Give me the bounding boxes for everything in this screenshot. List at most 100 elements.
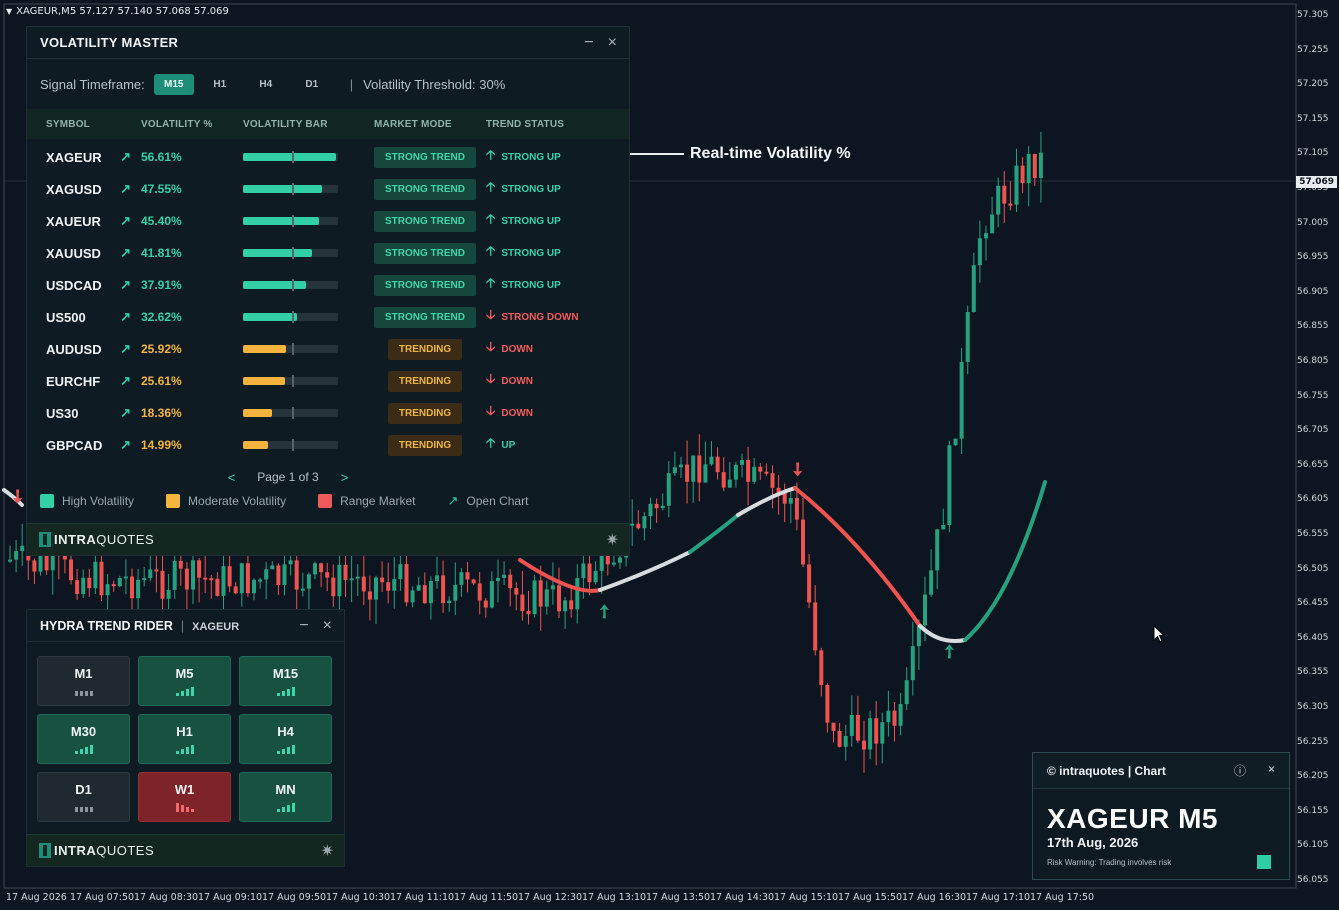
candle-body [489, 581, 494, 608]
table-row[interactable]: US30 ↗ 18.36% TRENDING 🡣 DOWN [27, 397, 629, 429]
volatility-table-body: XAGEUR ↗ 56.61% STRONG TREND 🡡 STRONG UP XAGUS… [27, 139, 629, 461]
volatility-bar-fill [243, 313, 298, 321]
timeframe-card-d1[interactable]: D1 [37, 772, 130, 822]
candle-body [252, 579, 256, 594]
market-mode-badge: STRONG TREND [374, 274, 476, 296]
info-icon[interactable]: ⓘ [1234, 762, 1246, 779]
logo-mark-icon [39, 843, 51, 858]
open-chart-icon[interactable]: ↗ [120, 149, 131, 165]
close-icon[interactable]: × [1268, 762, 1275, 779]
prev-page-button[interactable]: < [228, 470, 236, 485]
candle-body [123, 576, 128, 579]
open-chart-icon[interactable]: ↗ [120, 437, 131, 453]
candle-body [148, 569, 153, 579]
open-chart-icon[interactable]: ↗ [120, 341, 131, 357]
timeframe-card-h4[interactable]: H4 [239, 714, 332, 764]
candle-body [1026, 153, 1031, 184]
timeframe-card-m30[interactable]: M30 [37, 714, 130, 764]
open-chart-icon[interactable]: ↗ [120, 245, 131, 261]
tab-d1[interactable]: D1 [292, 74, 332, 95]
symbol-name: US500 [46, 309, 86, 325]
collapse-triangle-icon[interactable]: ▼ [6, 7, 12, 16]
time-tick: 17 Aug 16:30 [902, 892, 967, 903]
symbol-timeframe-title: XAGEUR M5 [1047, 803, 1218, 834]
tab-h1[interactable]: H1 [200, 74, 240, 95]
open-chart-icon[interactable]: ↗ [120, 181, 131, 197]
timeframe-card-m5[interactable]: M5 [138, 656, 231, 706]
timeframe-card-w1[interactable]: W1 [138, 772, 231, 822]
timeframe-card-m15[interactable]: M15 [239, 656, 332, 706]
candle-body [1038, 152, 1043, 178]
symbol-cell[interactable]: US30 ↗ [27, 405, 141, 421]
tab-m15[interactable]: M15 [153, 73, 194, 95]
candle-body [325, 572, 330, 578]
candle-body [435, 575, 439, 581]
symbol-cell[interactable]: EURCHF ↗ [27, 373, 141, 389]
signal-bar [185, 807, 189, 812]
save-icon[interactable] [1257, 855, 1271, 869]
panel-title-bar[interactable]: VOLATILITY MASTER − × [27, 27, 629, 59]
symbol-cell[interactable]: XAGUSD ↗ [27, 181, 141, 197]
volatility-value: 45.40% [141, 214, 182, 228]
candle-body [227, 566, 232, 587]
table-row[interactable]: USDCAD ↗ 37.91% STRONG TREND 🡡 STRONG UP [27, 269, 629, 301]
next-page-button[interactable]: > [341, 470, 349, 485]
symbol-cell[interactable]: GBPCAD ↗ [27, 437, 141, 453]
candle-body [1014, 165, 1019, 205]
symbol-cell[interactable]: XAGEUR ↗ [27, 149, 141, 165]
trend-status-cell: 🡣 DOWN [486, 338, 606, 360]
threshold-marker [292, 247, 294, 259]
minimize-icon[interactable]: − [584, 34, 593, 52]
settings-sun-icon[interactable]: ✷ [321, 841, 334, 861]
symbol-cell[interactable]: US500 ↗ [27, 309, 141, 325]
timeframe-card-h1[interactable]: H1 [138, 714, 231, 764]
candle-body [794, 498, 799, 520]
volatility-bar [243, 215, 338, 227]
symbol-cell[interactable]: XAUUSD ↗ [27, 245, 141, 261]
signal-bar [281, 749, 285, 754]
chart-info-card: © intraquotes | Chart ⓘ × XAGEUR M5 17th… [1032, 752, 1290, 880]
open-chart-icon[interactable]: ↗ [120, 309, 131, 325]
table-row[interactable]: XAUEUR ↗ 45.40% STRONG TREND 🡡 STRONG UP [27, 205, 629, 237]
candle-body [532, 580, 537, 615]
table-row[interactable]: XAGUSD ↗ 47.55% STRONG TREND 🡡 STRONG UP [27, 173, 629, 205]
settings-sun-icon[interactable]: ✷ [606, 530, 619, 550]
timeframe-card-mn[interactable]: MN [239, 772, 332, 822]
minimize-icon[interactable]: − [299, 617, 308, 635]
candle-body [758, 466, 763, 472]
close-icon[interactable]: × [323, 617, 332, 635]
symbol-name: XAUEUR [46, 213, 101, 229]
threshold-marker [292, 215, 294, 227]
signal-bar [74, 751, 78, 754]
candle-body [209, 578, 214, 581]
candle-body [154, 569, 159, 572]
open-chart-icon[interactable]: ↗ [120, 373, 131, 389]
symbol-cell[interactable]: USDCAD ↗ [27, 277, 141, 293]
volatility-value: 41.81% [141, 246, 182, 260]
table-row[interactable]: US500 ↗ 32.62% STRONG TREND 🡣 STRONG DOWN [27, 301, 629, 333]
table-row[interactable]: EURCHF ↗ 25.61% TRENDING 🡣 DOWN [27, 365, 629, 397]
table-row[interactable]: XAUUSD ↗ 41.81% STRONG TREND 🡡 STRONG UP [27, 237, 629, 269]
open-chart-icon[interactable]: ↗ [120, 277, 131, 293]
threshold-marker [292, 439, 294, 451]
open-chart-icon[interactable]: ↗ [120, 213, 131, 229]
candle-body [62, 555, 67, 560]
table-row[interactable]: XAGEUR ↗ 56.61% STRONG TREND 🡡 STRONG UP [27, 141, 629, 173]
table-row[interactable]: GBPCAD ↗ 14.99% TRENDING 🡡 UP [27, 429, 629, 461]
volatility-bar-cell [243, 151, 374, 163]
table-row[interactable]: AUDUSD ↗ 25.92% TRENDING 🡣 DOWN [27, 333, 629, 365]
market-mode-cell: STRONG TREND [374, 178, 486, 200]
symbol-cell[interactable]: XAUEUR ↗ [27, 213, 141, 229]
open-chart-icon[interactable]: ↗ [120, 405, 131, 421]
close-icon[interactable]: × [608, 34, 617, 52]
candle-body [8, 559, 12, 562]
hydra-title-bar[interactable]: HYDRA TREND RIDER | XAGEUR − × [27, 610, 344, 642]
timeframe-card-m1[interactable]: M1 [37, 656, 130, 706]
tab-h4[interactable]: H4 [246, 74, 286, 95]
trend-status-text: STRONG UP [501, 183, 561, 195]
signal-strength-icon [175, 744, 194, 754]
symbol-cell[interactable]: AUDUSD ↗ [27, 341, 141, 357]
volatility-bar-fill [243, 377, 285, 385]
symbol-name: USDCAD [46, 277, 102, 293]
volatility-bar-fill [243, 153, 337, 161]
